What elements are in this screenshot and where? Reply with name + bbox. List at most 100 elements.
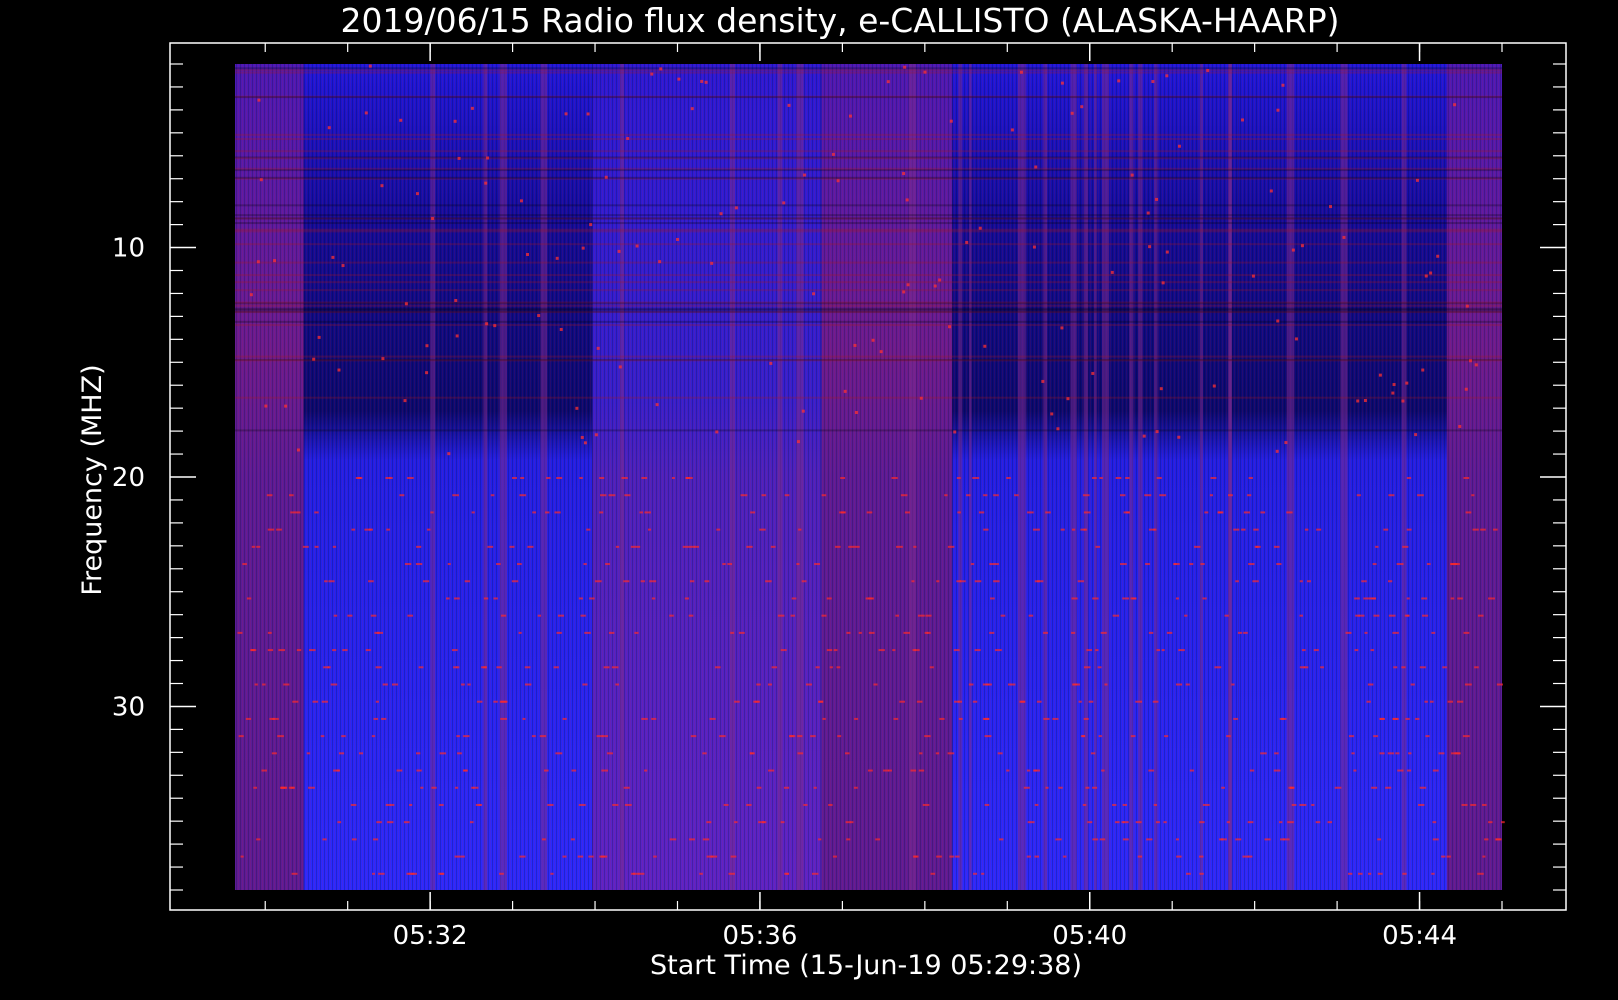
- signal-dot: [420, 786, 424, 789]
- frequency-band: [235, 355, 1502, 358]
- frequency-band: [235, 304, 1502, 307]
- signal-dot: [554, 511, 561, 514]
- frequency-band: [235, 176, 1502, 179]
- signal-dot: [1119, 494, 1126, 497]
- signal-dot: [723, 803, 729, 806]
- signal-dot: [1163, 821, 1167, 824]
- signal-dot: [911, 580, 915, 583]
- signal-dot: [1367, 683, 1374, 686]
- signal-dot: [947, 752, 955, 755]
- signal-dot: [553, 666, 559, 669]
- signal-dot: [913, 545, 917, 548]
- signal-dot: [408, 872, 415, 875]
- signal-dot: [431, 786, 437, 789]
- signal-dot: [599, 511, 604, 514]
- signal-dot: [1120, 563, 1127, 566]
- signal-dot: [765, 580, 772, 583]
- signal-dot: [1173, 563, 1177, 566]
- signal-dot: [1276, 563, 1282, 566]
- signal-dot: [594, 433, 598, 437]
- signal-dot: [1299, 803, 1307, 806]
- signal-dot: [972, 477, 980, 479]
- signal-dot: [1480, 528, 1486, 531]
- signal-dot: [1371, 786, 1378, 789]
- signal-dot: [1378, 373, 1382, 377]
- signal-dot: [836, 666, 841, 669]
- signal-dot: [746, 803, 752, 806]
- signal-dot: [409, 803, 413, 806]
- signal-dot: [415, 192, 419, 196]
- signal-dot: [835, 545, 841, 548]
- signal-dot: [1200, 563, 1205, 566]
- signal-dot: [1363, 399, 1367, 403]
- frequency-band: [235, 222, 1502, 225]
- signal-dot: [1432, 821, 1437, 824]
- signal-dot: [1186, 872, 1191, 875]
- signal-dot: [302, 545, 309, 548]
- signal-dot: [1098, 735, 1102, 738]
- signal-dot: [831, 152, 835, 156]
- signal-dot: [556, 477, 563, 479]
- signal-dot: [1421, 597, 1428, 600]
- signal-dot: [1135, 821, 1142, 824]
- signal-dot: [883, 769, 889, 772]
- signal-dot: [1161, 649, 1165, 652]
- signal-dot: [1304, 528, 1309, 531]
- signal-dot: [519, 199, 523, 203]
- signal-dot: [1145, 563, 1150, 566]
- signal-dot: [826, 649, 833, 652]
- signal-dot: [1166, 631, 1173, 634]
- signal-dot: [730, 631, 734, 634]
- signal-dot: [1231, 683, 1235, 686]
- signal-dot: [1052, 717, 1059, 720]
- signal-dot: [805, 683, 812, 686]
- signal-dot: [460, 855, 465, 858]
- signal-dot: [688, 838, 695, 841]
- signal-dot: [267, 649, 274, 652]
- signal-dot: [1251, 274, 1255, 278]
- signal-dot: [761, 494, 767, 497]
- signal-dot: [500, 717, 508, 720]
- signal-dot: [879, 350, 883, 354]
- signal-dot: [256, 838, 261, 841]
- signal-dot: [1431, 631, 1436, 634]
- signal-dot: [1233, 717, 1238, 720]
- signal-dot: [1356, 494, 1361, 497]
- signal-dot: [990, 597, 995, 600]
- signal-dot: [1396, 563, 1404, 566]
- signal-dot: [1122, 803, 1128, 806]
- signal-dot: [930, 872, 936, 875]
- signal-dot: [626, 136, 630, 140]
- signal-dot: [601, 769, 609, 772]
- signal-dot: [283, 683, 290, 686]
- frequency-band: [235, 261, 1502, 264]
- signal-dot: [1375, 545, 1379, 548]
- signal-dot: [912, 649, 916, 652]
- signal-dot: [1027, 821, 1035, 824]
- interference-bar: [499, 64, 507, 890]
- signal-dot: [1300, 244, 1304, 248]
- interference-bar: [1129, 64, 1134, 890]
- signal-dot: [797, 735, 803, 738]
- signal-dot: [972, 700, 978, 703]
- signal-dot: [350, 803, 357, 806]
- signal-dot: [1241, 118, 1245, 122]
- signal-dot: [1112, 614, 1120, 617]
- signal-dot: [771, 666, 778, 669]
- signal-dot: [839, 511, 845, 514]
- signal-dot: [1405, 717, 1410, 720]
- signal-dot: [612, 803, 619, 806]
- signal-dot: [1122, 838, 1129, 841]
- signal-dot: [1260, 511, 1266, 514]
- signal-dot: [1178, 649, 1185, 652]
- signal-dot: [677, 77, 681, 81]
- signal-dot: [1438, 752, 1445, 755]
- signal-dot: [916, 700, 923, 703]
- signal-dot: [1199, 821, 1205, 824]
- signal-dot: [1463, 631, 1470, 634]
- signal-dot: [1209, 494, 1213, 497]
- signal-dot: [580, 614, 586, 617]
- signal-dot: [957, 511, 961, 514]
- signal-dot: [714, 666, 721, 669]
- signal-dot: [719, 212, 723, 216]
